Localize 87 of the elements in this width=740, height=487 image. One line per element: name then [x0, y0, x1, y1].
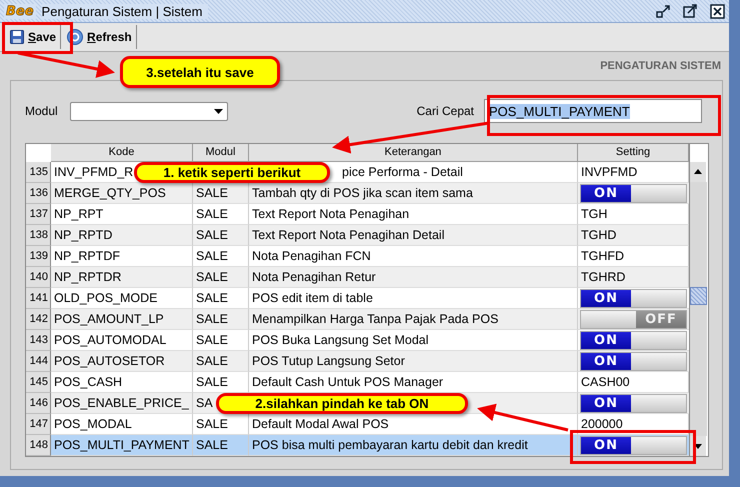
modul-label: Modul: [25, 104, 58, 118]
table-cell: SALE: [193, 435, 249, 456]
search-field[interactable]: POS_MULTI_PAYMENT: [484, 99, 702, 123]
table-cell: POS_AUTOSETOR: [51, 351, 193, 372]
table-cell: Nota Penagihan FCN: [249, 246, 578, 267]
scroll-thumb[interactable]: [690, 287, 707, 305]
table-cell: POS edit item di table: [249, 288, 578, 309]
table-cell: TGH: [578, 204, 689, 225]
scroll-up-icon[interactable]: [690, 162, 706, 182]
table-cell: TGHD: [578, 225, 689, 246]
toggle-switch[interactable]: ON: [580, 394, 687, 412]
table-cell: Default Cash Untuk POS Manager: [249, 372, 578, 393]
row-number: 148: [26, 435, 51, 456]
highlight-frame: [2, 22, 73, 54]
table-cell: OLD_POS_MODE: [51, 288, 193, 309]
table-cell: TGHFD: [578, 246, 689, 267]
table-cell: SALE: [193, 225, 249, 246]
row-number: 136: [26, 183, 51, 204]
row-number: 142: [26, 309, 51, 330]
refresh-button[interactable]: Refresh: [63, 25, 137, 49]
table-cell: MERGE_QTY_POS: [51, 183, 193, 204]
refresh-icon: [67, 29, 84, 45]
column-header[interactable]: Kode: [51, 144, 193, 162]
toggle-switch[interactable]: ON: [580, 288, 687, 308]
table-cell: NP_RPTDF: [51, 246, 193, 267]
app-logo: Bee: [4, 4, 36, 18]
restore-icon[interactable]: [656, 4, 671, 18]
table-cell: POS_CASH: [51, 372, 193, 393]
table-cell: SALE: [193, 309, 249, 330]
window-title: Pengaturan Sistem | Sistem: [42, 4, 208, 18]
close-icon[interactable]: [710, 4, 725, 18]
row-number: 141: [26, 288, 51, 309]
table-cell: POS_AUTOMODAL: [51, 330, 193, 351]
table-cell: CASH00: [578, 372, 689, 393]
row-number: 147: [26, 414, 51, 435]
table-cell: SALE: [193, 183, 249, 204]
column-header[interactable]: Modul: [193, 144, 249, 162]
table-cell: POS bisa multi pembayaran kartu debit dan kredit: [249, 435, 578, 456]
table-cell: POS_AMOUNT_LP: [51, 309, 193, 330]
caret-icon: [214, 108, 223, 114]
table-cell: TGHRD: [578, 267, 689, 288]
row-number: 139: [26, 246, 51, 267]
column-header[interactable]: Setting: [578, 144, 689, 162]
table-cell: Default Modal Awal POS: [249, 414, 578, 435]
table-cell: POS Tutup Langsung Setor: [249, 351, 578, 372]
maximize-icon[interactable]: [683, 4, 698, 18]
table-cell: POS_MODAL: [51, 414, 193, 435]
save-button[interactable]: Save: [6, 25, 62, 49]
table-cell: INVPFMD: [578, 162, 689, 183]
table-cell: SALE: [193, 330, 249, 351]
row-number: 138: [26, 225, 51, 246]
table-cell: SALE: [193, 246, 249, 267]
table-cell: SALE: [193, 267, 249, 288]
table-cell: NP_RPTDR: [51, 267, 193, 288]
toggle-switch[interactable]: ON: [580, 436, 687, 454]
table-cell: SALE: [193, 414, 249, 435]
table-cell: Menampilkan Harga Tanpa Pajak Pada POS: [249, 309, 578, 330]
toggle-switch[interactable]: ON: [580, 352, 687, 370]
table-cell: Text Report Nota Penagihan: [249, 204, 578, 225]
table-cell: SALE: [193, 351, 249, 372]
toggle-switch[interactable]: ON: [580, 184, 687, 202]
search-label: Cari Cepat: [416, 104, 474, 118]
callout-note: 1. ketik seperti berikut: [134, 162, 330, 183]
modul-dropdown[interactable]: [70, 102, 228, 120]
row-number: 137: [26, 204, 51, 225]
table-cell: POS_ENABLE_PRICE_: [51, 393, 193, 414]
row-number: 135: [26, 162, 51, 183]
table-cell: Text Report Nota Penagihan Detail: [249, 225, 578, 246]
table-cell: NP_RPT: [51, 204, 193, 225]
table-cell: POS Buka Langsung Set Modal: [249, 330, 578, 351]
row-number: 140: [26, 267, 51, 288]
table-cell: POS_MULTI_PAYMENT: [51, 435, 193, 456]
row-number: 146: [26, 393, 51, 414]
toggle-switch[interactable]: ON: [580, 330, 687, 350]
table-cell: SALE: [193, 372, 249, 393]
table-cell: NP_RPTD: [51, 225, 193, 246]
table-cell: SALE: [193, 288, 249, 309]
column-header[interactable]: Keterangan: [249, 144, 578, 162]
table-cell: Nota Penagihan Retur: [249, 267, 578, 288]
row-number: 143: [26, 330, 51, 351]
callout-note: 2.silahkan pindah ke tab ON: [216, 393, 468, 414]
table-cell: Tambah qty di POS jika scan item sama: [249, 183, 578, 204]
table-cell: SALE: [193, 204, 249, 225]
page-heading: PENGATURAN SISTEM: [599, 59, 722, 74]
row-number: 144: [26, 351, 51, 372]
row-number: 145: [26, 372, 51, 393]
callout-note: 3.setelah itu save: [120, 56, 280, 88]
